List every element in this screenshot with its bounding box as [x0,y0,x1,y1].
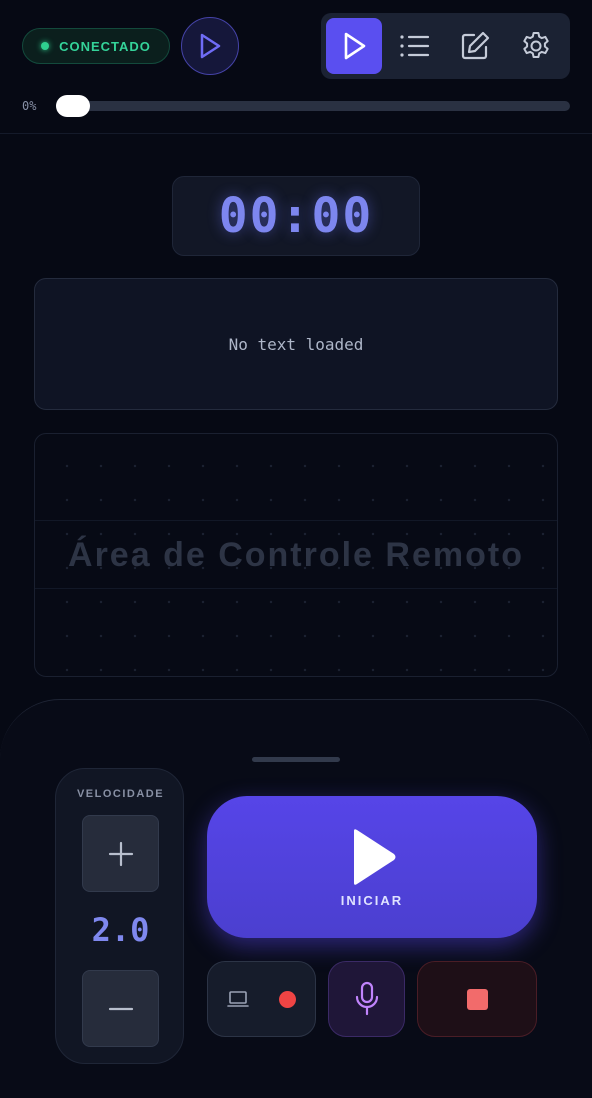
start-button[interactable]: INICIAR [207,796,537,938]
tab-play[interactable] [326,18,382,74]
gear-icon [523,32,549,58]
remote-control-area[interactable]: Área de Controle Remoto [34,433,558,677]
status-label: CONECTADO [59,38,151,54]
script-text-area[interactable]: No text loaded [34,278,558,410]
timer-value: 00:00 [218,188,374,244]
play-icon [354,829,396,885]
progress-track[interactable] [56,101,570,111]
speed-value: 2.0 [91,911,150,949]
quick-play-button[interactable] [181,17,239,75]
tab-settings[interactable] [508,18,564,74]
record-dot-icon [279,990,296,1008]
script-placeholder: No text loaded [228,334,364,354]
remote-grid-line [35,588,557,589]
sheet-drag-handle[interactable] [252,757,340,762]
timer-display: 00:00 [172,176,420,256]
mode-switcher [321,13,570,79]
stop-icon [466,988,488,1010]
play-icon [344,32,366,60]
speed-increase-button[interactable] [82,815,159,892]
status-dot-icon [41,42,50,50]
microphone-button[interactable] [328,961,405,1037]
play-icon [200,33,221,59]
edit-icon [461,31,490,60]
laptop-icon [227,991,249,1007]
remote-area-label: Área de Controle Remoto [68,535,524,574]
stop-button[interactable] [417,961,537,1037]
progress-thumb[interactable] [56,95,90,117]
microphone-icon [355,981,378,1016]
tab-edit[interactable] [447,18,503,74]
top-bar: CONECTADO 0% [0,0,592,134]
speed-panel: VELOCIDADE 2.0 [55,768,184,1064]
minus-icon [108,1007,133,1010]
remote-grid-line [35,520,557,521]
start-label: INICIAR [340,893,404,908]
tab-list[interactable] [387,18,443,74]
plus-icon [108,841,133,866]
connection-status-badge: CONECTADO [22,28,170,64]
progress-percent: 0% [22,99,37,113]
screen-record-button[interactable] [207,961,316,1037]
speed-label: VELOCIDADE [76,788,165,800]
list-icon [400,35,430,57]
speed-decrease-button[interactable] [82,970,159,1047]
